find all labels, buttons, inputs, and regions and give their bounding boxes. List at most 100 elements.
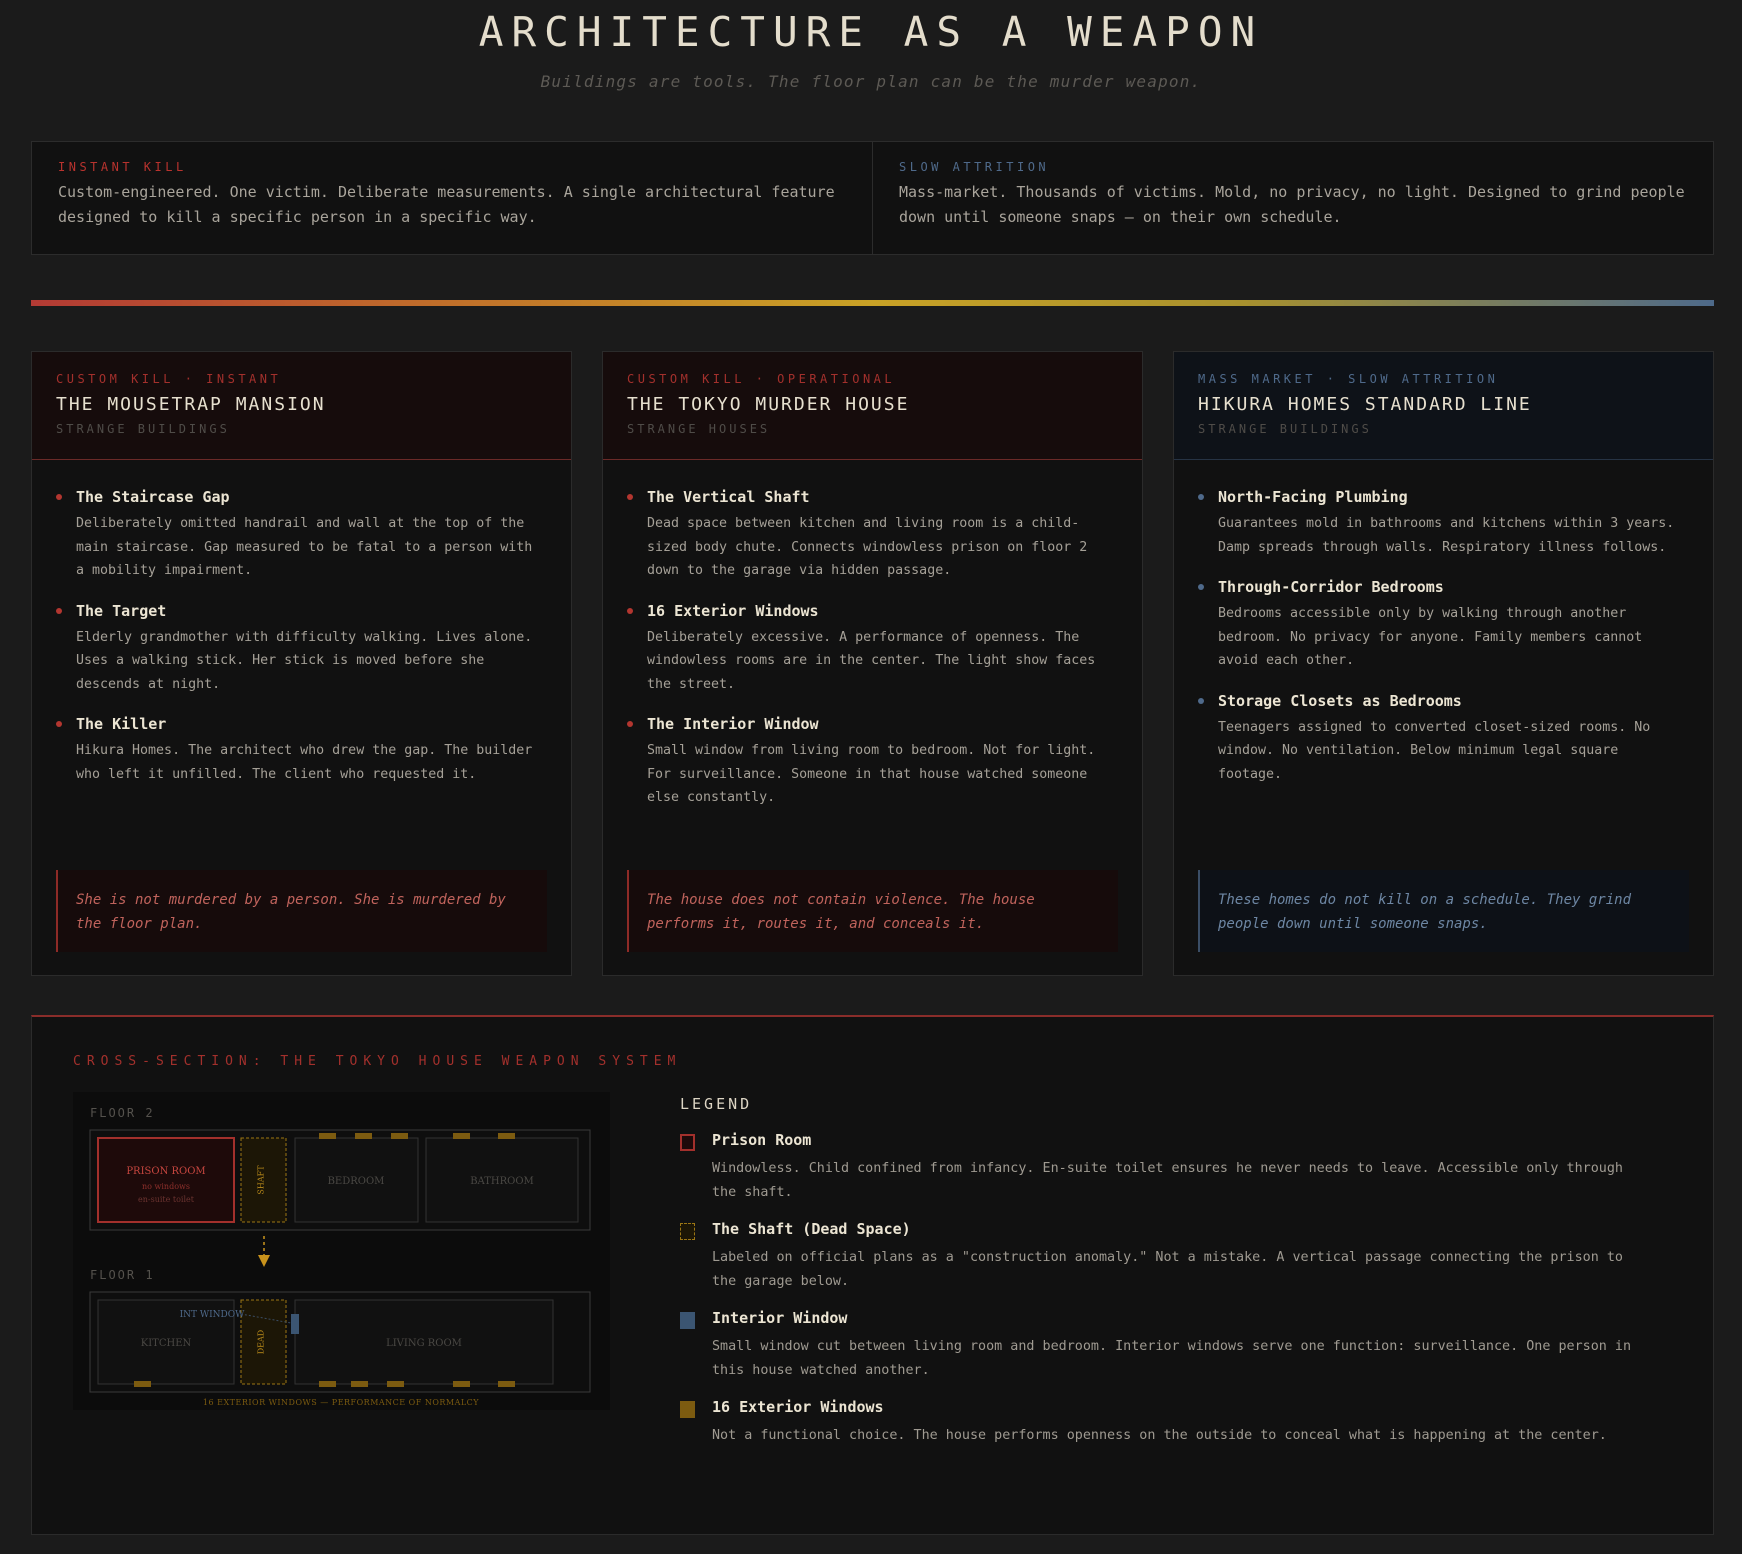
legend-name: The Shaft (Dead Space): [712, 1220, 911, 1238]
item-title: The Staircase Gap: [76, 488, 230, 506]
prison-room-label: PRISON ROOM: [126, 1166, 205, 1177]
legend-text: Windowless. Child confined from infancy.…: [712, 1161, 1623, 1200]
floor-plan-diagram: FLOOR 2 PRISON ROOM no windows en-suite …: [73, 1092, 610, 1410]
item-title: The Vertical Shaft: [647, 488, 810, 506]
card-quote: The house does not contain violence. The…: [627, 870, 1118, 952]
bullet-icon: [1198, 697, 1204, 704]
list-item: The Staircase Gap Deliberately omitted h…: [56, 488, 547, 583]
card-title: THE TOKYO MURDER HOUSE: [627, 394, 910, 415]
windows-caption: 16 EXTERIOR WINDOWS — PERFORMANCE OF NOR…: [203, 1398, 479, 1407]
list-item: North-Facing Plumbing Guarantees mold in…: [1198, 488, 1689, 559]
item-text: Elderly grandmother with difficulty walk…: [76, 629, 533, 692]
card-mousetrap-mansion: CUSTOM KILL · INSTANT THE MOUSETRAP MANS…: [31, 351, 572, 976]
mode-tag: INSTANT KILL: [58, 160, 187, 174]
item-text: Small window from living room to bedroom…: [647, 743, 1096, 805]
mode-comparison: INSTANT KILL Custom-engineered. One vict…: [31, 141, 1714, 255]
card-header: MASS MARKET · SLOW ATTRITION HIKURA HOME…: [1174, 352, 1713, 460]
bathroom-label: BATHROOM: [470, 1176, 534, 1187]
mode-description: Mass-market. Thousands of victims. Mold,…: [899, 183, 1685, 226]
bullet-icon: [56, 721, 62, 727]
legend-item: Interior Window Small window cut between…: [680, 1309, 1640, 1382]
prison-room-note: no windows: [142, 1182, 190, 1191]
card-quote: She is not murdered by a person. She is …: [56, 870, 547, 952]
legend-name: Interior Window: [712, 1309, 848, 1327]
card-source: STRANGE BUILDINGS: [1198, 422, 1372, 436]
living-room-label: LIVING ROOM: [386, 1338, 462, 1349]
item-title: Through-Corridor Bedrooms: [1218, 578, 1444, 596]
item-title: 16 Exterior Windows: [647, 601, 819, 620]
bullet-icon: [627, 721, 633, 727]
legend-title: LEGEND: [680, 1095, 753, 1113]
list-item: The Killer Hikura Homes. The architect w…: [56, 715, 547, 786]
mode-instant-kill: INSTANT KILL Custom-engineered. One vict…: [32, 142, 872, 254]
item-text: Hikura Homes. The architect who drew the…: [76, 743, 533, 782]
shaft-swatch-icon: [680, 1223, 695, 1240]
interior-window-label: INT WINDOW: [180, 1310, 246, 1320]
card-source: STRANGE BUILDINGS: [56, 422, 230, 436]
section-title: CROSS-SECTION: THE TOKYO HOUSE WEAPON SY…: [73, 1054, 682, 1069]
item-text: Deliberately excessive. A performance of…: [647, 629, 1096, 692]
floor-plan-svg: FLOOR 2 PRISON ROOM no windows en-suite …: [89, 1106, 591, 1407]
mode-slow-attrition: SLOW ATTRITION Mass-market. Thousands of…: [872, 142, 1713, 254]
legend-item: The Shaft (Dead Space) Labeled on offici…: [680, 1220, 1640, 1293]
card-tag: CUSTOM KILL · INSTANT: [56, 372, 282, 386]
item-text: Dead space between kitchen and living ro…: [647, 516, 1088, 578]
list-item: The Interior Window Small window from li…: [627, 715, 1118, 810]
legend-text: Small window cut between living room and…: [712, 1339, 1632, 1378]
card-tag: MASS MARKET · SLOW ATTRITION: [1198, 372, 1499, 386]
bedroom-label: BEDROOM: [328, 1176, 385, 1187]
prison-room: [97, 1137, 235, 1223]
shaft-label: SHAFT: [257, 1165, 266, 1195]
kitchen-label: KITCHEN: [141, 1338, 192, 1349]
cross-section-panel: CROSS-SECTION: THE TOKYO HOUSE WEAPON SY…: [31, 1015, 1714, 1535]
legend-text: Not a functional choice. The house perfo…: [712, 1428, 1607, 1443]
interior-window-swatch-icon: [680, 1312, 695, 1329]
item-title: North-Facing Plumbing: [1218, 488, 1408, 506]
legend-name: Prison Room: [712, 1131, 812, 1149]
floor-2-label: FLOOR 2: [90, 1106, 155, 1120]
list-item: 16 Exterior Windows Deliberately excessi…: [627, 602, 1118, 697]
card-header: CUSTOM KILL · OPERATIONAL THE TOKYO MURD…: [603, 352, 1142, 460]
case-cards: CUSTOM KILL · INSTANT THE MOUSETRAP MANS…: [31, 351, 1714, 976]
list-item: The Target Elderly grandmother with diff…: [56, 602, 547, 697]
dead-space-label: DEAD: [257, 1330, 266, 1354]
card-hikura-homes: MASS MARKET · SLOW ATTRITION HIKURA HOME…: [1173, 351, 1714, 976]
legend-item: Prison Room Windowless. Child confined f…: [680, 1131, 1640, 1204]
list-item: Storage Closets as Bedrooms Teenagers as…: [1198, 692, 1689, 787]
card-source: STRANGE HOUSES: [627, 422, 771, 436]
bullet-icon: [627, 494, 633, 500]
interior-window: [291, 1314, 299, 1334]
bullet-icon: [56, 607, 62, 614]
bullet-icon: [56, 494, 62, 500]
mode-tag: SLOW ATTRITION: [899, 160, 1050, 174]
card-quote: These homes do not kill on a schedule. T…: [1198, 870, 1689, 952]
item-text: Deliberately omitted handrail and wall a…: [76, 516, 533, 578]
card-title: THE MOUSETRAP MANSION: [56, 394, 326, 415]
bullet-icon: [1198, 494, 1204, 500]
legend: LEGEND Prison Room Windowless. Child con…: [680, 1095, 1640, 1464]
mode-description: Custom-engineered. One victim. Deliberat…: [58, 183, 835, 226]
item-text: Bedrooms accessible only by walking thro…: [1218, 606, 1643, 668]
item-title: Storage Closets as Bedrooms: [1218, 691, 1462, 710]
legend-item: 16 Exterior Windows Not a functional cho…: [680, 1398, 1640, 1448]
item-title: The Interior Window: [647, 715, 819, 733]
floor-1-label: FLOOR 1: [90, 1268, 155, 1282]
item-title: The Target: [76, 601, 167, 620]
card-tokyo-murder-house: CUSTOM KILL · OPERATIONAL THE TOKYO MURD…: [602, 351, 1143, 976]
legend-name: 16 Exterior Windows: [712, 1398, 884, 1416]
exterior-window-swatch-icon: [680, 1401, 695, 1418]
legend-text: Labeled on official plans as a "construc…: [712, 1250, 1623, 1289]
list-item: Through-Corridor Bedrooms Bedrooms acces…: [1198, 578, 1689, 673]
item-text: Guarantees mold in bathrooms and kitchen…: [1218, 516, 1675, 555]
item-text: Teenagers assigned to converted closet-s…: [1218, 719, 1651, 782]
prison-room-note: en-suite toilet: [138, 1195, 195, 1204]
item-title: The Killer: [76, 715, 167, 733]
card-title: HIKURA HOMES STANDARD LINE: [1198, 394, 1532, 415]
bullet-icon: [1198, 584, 1204, 590]
prison-room-swatch-icon: [680, 1134, 695, 1151]
list-item: The Vertical Shaft Dead space between ki…: [627, 488, 1118, 583]
bullet-icon: [627, 607, 633, 614]
card-header: CUSTOM KILL · INSTANT THE MOUSETRAP MANS…: [32, 352, 571, 460]
card-tag: CUSTOM KILL · OPERATIONAL: [627, 372, 896, 386]
page-subtitle: Buildings are tools. The floor plan can …: [540, 72, 1202, 91]
